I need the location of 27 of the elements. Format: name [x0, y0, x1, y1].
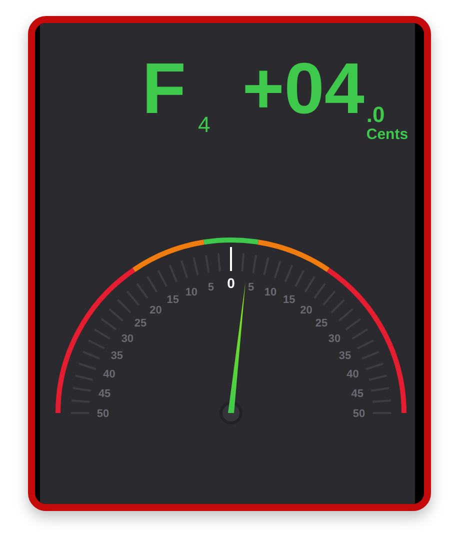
scale-label: 35 — [338, 350, 352, 362]
scale-label: 30 — [328, 332, 341, 345]
scale-label: 30 — [121, 332, 134, 345]
center-label: 0 — [227, 274, 235, 291]
scale-label: 20 — [150, 304, 162, 316]
scale-label: 40 — [103, 368, 116, 380]
scale-label: 5 — [248, 281, 254, 294]
scale-label: 10 — [264, 286, 277, 298]
scale-label: 10 — [185, 286, 198, 298]
scale-label: 45 — [351, 388, 364, 400]
scale-label: 15 — [282, 294, 296, 306]
scale-label: 50 — [96, 408, 110, 420]
scale-label: 20 — [300, 304, 312, 316]
cents-decimal: .0 — [366, 104, 386, 126]
scale-label: 5 — [208, 281, 214, 294]
scale-label: 25 — [315, 317, 328, 330]
cents-value: +04 — [242, 57, 364, 122]
scale-label: 35 — [110, 350, 124, 362]
scale-label: 25 — [134, 317, 147, 330]
scale-label: 50 — [352, 408, 366, 420]
scale-label: 15 — [166, 294, 180, 306]
center-tick — [230, 246, 232, 271]
note-name: F — [142, 57, 186, 122]
scale-label: 40 — [346, 368, 359, 380]
cents-unit: Cents — [366, 126, 408, 144]
scale-label: 45 — [98, 388, 111, 400]
octave-number: 4 — [198, 112, 210, 138]
